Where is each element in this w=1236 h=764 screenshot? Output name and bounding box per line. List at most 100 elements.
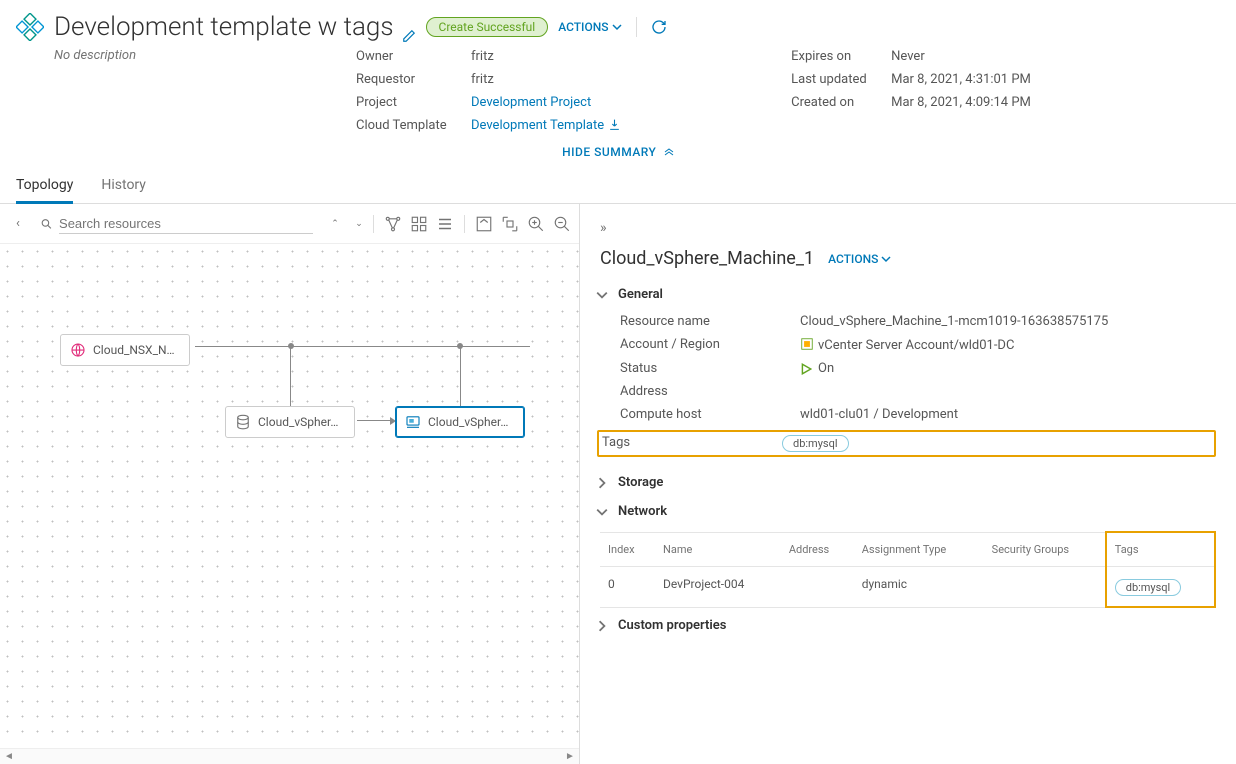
col-index: Index bbox=[600, 532, 655, 567]
search-icon bbox=[40, 217, 53, 231]
topology-node-nsx[interactable]: Cloud_NSX_N… bbox=[60, 334, 190, 366]
account-text: vCenter Server Account/wld01-DC bbox=[818, 338, 1014, 353]
scroll-right-icon[interactable]: ► bbox=[563, 751, 577, 763]
zoom-out-icon[interactable] bbox=[553, 215, 571, 233]
scroll-left-icon[interactable]: ◄ bbox=[2, 751, 16, 763]
layout-grid-icon[interactable] bbox=[410, 215, 428, 233]
tags-value: db:mysql bbox=[782, 435, 849, 452]
cell-index: 0 bbox=[600, 567, 655, 608]
page-title: Development template w tags bbox=[54, 12, 416, 42]
owner-label: Owner bbox=[356, 47, 471, 66]
col-assignment: Assignment Type bbox=[854, 532, 984, 567]
chevron-down-icon bbox=[596, 289, 608, 301]
chevron-right-icon bbox=[596, 620, 608, 632]
zoom-in-icon[interactable] bbox=[527, 215, 545, 233]
status-text: On bbox=[818, 361, 834, 376]
resource-title: Cloud_vSphere_Machine_1 ACTIONS bbox=[600, 248, 1216, 269]
canvas-grid[interactable]: Cloud_NSX_N… Cloud_vSpher… Cloud_vSpher… bbox=[0, 244, 579, 744]
topology-canvas: ‹ ⌃ ⌄ bbox=[0, 204, 580, 764]
layout-graph-icon[interactable] bbox=[384, 215, 402, 233]
chevron-right-icon bbox=[596, 477, 608, 489]
col-name: Name bbox=[655, 532, 781, 567]
fullscreen-icon[interactable] bbox=[475, 215, 493, 233]
section-custom-label: Custom properties bbox=[618, 618, 726, 633]
resource-actions-label: ACTIONS bbox=[828, 252, 878, 266]
col-tags: Tags bbox=[1115, 543, 1139, 556]
compute-label: Compute host bbox=[620, 407, 800, 422]
updated-label: Last updated bbox=[791, 70, 891, 89]
status-badge: Create Successful bbox=[426, 17, 549, 37]
node-label: Cloud_vSpher… bbox=[428, 415, 508, 429]
layout-list-icon[interactable] bbox=[436, 215, 454, 233]
chevron-down-icon bbox=[596, 506, 608, 518]
expires-label: Expires on bbox=[791, 47, 891, 66]
hide-summary-label: HIDE SUMMARY bbox=[562, 145, 656, 159]
resource-name-label: Resource name bbox=[620, 314, 800, 329]
template-link[interactable]: Development Template bbox=[471, 116, 621, 135]
tab-history[interactable]: History bbox=[101, 169, 146, 203]
edge bbox=[357, 420, 393, 421]
fit-icon[interactable] bbox=[501, 215, 519, 233]
chevron-down-icon[interactable]: ⌄ bbox=[349, 219, 369, 229]
owner-value: fritz bbox=[471, 47, 494, 66]
refresh-icon[interactable] bbox=[651, 19, 667, 35]
col-address: Address bbox=[781, 532, 854, 567]
cell-name: DevProject-004 bbox=[655, 567, 781, 608]
vcenter-icon bbox=[800, 337, 814, 351]
separator bbox=[464, 215, 465, 233]
app-icon bbox=[16, 13, 44, 41]
cell-address bbox=[781, 567, 854, 608]
summary-panel: Ownerfritz Requestorfritz ProjectDevelop… bbox=[0, 47, 1236, 139]
status-value: On bbox=[800, 361, 834, 376]
col-security: Security Groups bbox=[984, 532, 1106, 567]
expires-value: Never bbox=[891, 47, 925, 66]
created-label: Created on bbox=[791, 93, 891, 112]
details-panel: » Cloud_vSphere_Machine_1 ACTIONS Genera… bbox=[580, 204, 1236, 764]
database-icon bbox=[234, 413, 252, 431]
section-network-label: Network bbox=[618, 504, 667, 519]
updated-value: Mar 8, 2021, 4:31:01 PM bbox=[891, 70, 1031, 89]
network-icon bbox=[69, 341, 87, 359]
template-label: Cloud Template bbox=[356, 116, 471, 135]
hide-summary-toggle[interactable]: HIDE SUMMARY bbox=[0, 139, 1236, 169]
actions-dropdown[interactable]: ACTIONS bbox=[558, 20, 621, 34]
node-label: Cloud_NSX_N… bbox=[93, 343, 175, 357]
section-custom-toggle[interactable]: Custom properties bbox=[596, 618, 1216, 633]
tabs: Topology History bbox=[0, 169, 1236, 204]
network-table: Index Name Address Assignment Type Secur… bbox=[600, 531, 1216, 608]
edge bbox=[460, 346, 461, 406]
project-link[interactable]: Development Project bbox=[471, 93, 591, 112]
topology-node-vm[interactable]: Cloud_vSpher… bbox=[395, 406, 525, 438]
section-storage-toggle[interactable]: Storage bbox=[596, 475, 1216, 490]
compute-value: wld01-clu01 / Development bbox=[800, 407, 958, 422]
resource-title-text: Cloud_vSphere_Machine_1 bbox=[600, 248, 814, 269]
requestor-value: fritz bbox=[471, 70, 494, 89]
section-storage-label: Storage bbox=[618, 475, 663, 490]
page-title-text: Development template w tags bbox=[54, 12, 394, 42]
created-value: Mar 8, 2021, 4:09:14 PM bbox=[891, 93, 1031, 112]
topology-node-db[interactable]: Cloud_vSpher… bbox=[225, 406, 355, 438]
section-network-toggle[interactable]: Network bbox=[596, 504, 1216, 519]
horizontal-scrollbar[interactable]: ◄ ► bbox=[0, 748, 579, 764]
chevron-up-icon[interactable]: ⌃ bbox=[325, 219, 345, 229]
node-label: Cloud_vSpher… bbox=[258, 415, 338, 429]
resource-actions-dropdown[interactable]: ACTIONS bbox=[828, 252, 891, 266]
edit-icon[interactable] bbox=[402, 20, 416, 34]
cell-security bbox=[984, 567, 1106, 608]
status-label: Status bbox=[620, 361, 800, 376]
separator bbox=[636, 17, 637, 37]
address-label: Address bbox=[620, 384, 800, 399]
search-input[interactable] bbox=[59, 214, 313, 234]
chevron-left-icon[interactable]: ‹ bbox=[8, 216, 28, 231]
edge-junction bbox=[288, 343, 294, 349]
col-tags-highlight: Tags bbox=[1106, 532, 1215, 567]
download-icon[interactable] bbox=[608, 118, 621, 131]
tab-topology[interactable]: Topology bbox=[16, 169, 73, 204]
tag-pill: db:mysql bbox=[1115, 579, 1182, 596]
section-general-toggle[interactable]: General bbox=[596, 287, 1216, 302]
tags-row-highlight: Tagsdb:mysql bbox=[597, 430, 1216, 457]
panel-expand-icon[interactable]: » bbox=[600, 220, 1216, 236]
project-label: Project bbox=[356, 93, 471, 112]
chevron-double-up-icon bbox=[664, 145, 674, 155]
edge bbox=[290, 346, 291, 406]
